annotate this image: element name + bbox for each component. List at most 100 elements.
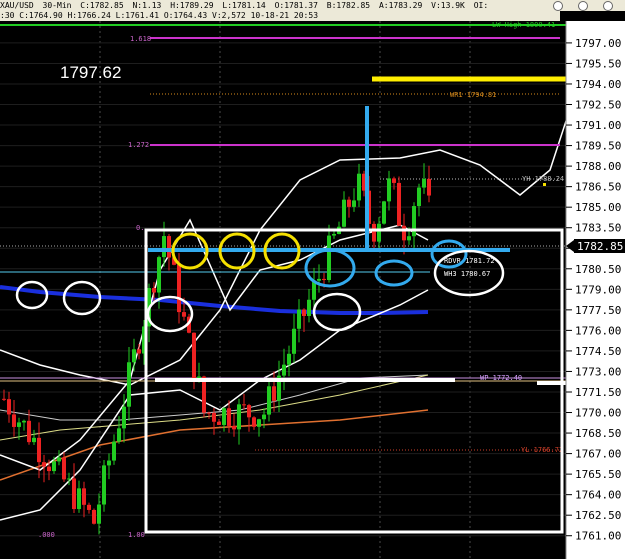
level-label-wh3: WH3 1780.67 bbox=[444, 270, 490, 278]
level-label-wp: WP 1772.40 bbox=[480, 374, 522, 382]
candle-down bbox=[242, 404, 246, 406]
candle-down bbox=[177, 264, 181, 313]
drawn-price-label: 1797.62 bbox=[60, 63, 121, 82]
candle-down bbox=[72, 478, 76, 510]
candle-up bbox=[262, 414, 266, 420]
bollinger-lower bbox=[0, 289, 429, 521]
candle-up bbox=[327, 235, 331, 281]
candle-up bbox=[257, 419, 261, 427]
candle-up bbox=[407, 236, 411, 241]
candle-up bbox=[292, 328, 296, 354]
candle-down bbox=[247, 405, 251, 418]
price-tick-label: 1785.00 bbox=[575, 201, 621, 214]
fib-label-000: .000 bbox=[38, 531, 55, 539]
candle-down bbox=[7, 399, 11, 415]
candle-up bbox=[317, 278, 321, 281]
fib-label-zero: 0. bbox=[136, 224, 144, 232]
current-price-value: 1782.85 bbox=[577, 240, 623, 253]
candle-up bbox=[282, 364, 286, 376]
candle-down bbox=[322, 278, 326, 281]
blue-circle bbox=[374, 259, 414, 287]
candle-up bbox=[67, 478, 71, 480]
price-tick-label: 1779.00 bbox=[575, 283, 621, 296]
candle-up bbox=[122, 406, 126, 429]
candle-up bbox=[32, 437, 36, 443]
candle-up bbox=[237, 404, 241, 430]
candle-down bbox=[392, 178, 396, 183]
candle-down bbox=[372, 223, 376, 242]
price-tick-label: 1789.50 bbox=[575, 140, 621, 153]
price-chart[interactable]: LW High 1800.41 1.618 WR1 1794.81 1.272 YH 1… bbox=[0, 0, 625, 559]
candle-down bbox=[47, 466, 51, 472]
price-tick-label: 1767.00 bbox=[575, 448, 621, 461]
price-tick-label: 1768.50 bbox=[575, 427, 621, 440]
candle-up bbox=[97, 504, 101, 524]
candle-down bbox=[272, 386, 276, 401]
candle-up bbox=[297, 309, 301, 329]
candle-up bbox=[52, 461, 56, 472]
candle-down bbox=[192, 332, 196, 381]
candle-up bbox=[287, 353, 291, 365]
candle-down bbox=[87, 504, 91, 510]
candle-up bbox=[222, 408, 226, 425]
level-label-rdvr: RDVR 1781.72 bbox=[444, 257, 495, 265]
candle-down bbox=[152, 288, 156, 293]
candle-up bbox=[132, 349, 136, 363]
candle-up bbox=[387, 178, 391, 202]
candle-up bbox=[22, 420, 26, 423]
level-label-yl: YL 1766.72 bbox=[521, 446, 563, 454]
fib-label-100: 1.00 bbox=[128, 531, 145, 539]
candle-up bbox=[417, 187, 421, 207]
price-tick-label: 1770.00 bbox=[575, 407, 621, 420]
candle-up bbox=[107, 460, 111, 466]
candle-up bbox=[17, 422, 21, 427]
candle-up bbox=[77, 488, 81, 510]
candle-down bbox=[302, 309, 306, 317]
candle-down bbox=[42, 462, 46, 467]
white-circle bbox=[15, 280, 49, 310]
candle-up bbox=[162, 236, 166, 258]
candle-down bbox=[207, 412, 211, 414]
fib-label-1272: 1.272 bbox=[128, 141, 149, 149]
price-tick-label: 1795.50 bbox=[575, 57, 621, 70]
price-tick-label: 1771.50 bbox=[575, 386, 621, 399]
candle-down bbox=[427, 178, 431, 196]
price-tick-label: 1780.50 bbox=[575, 263, 621, 276]
price-tick-label: 1777.50 bbox=[575, 304, 621, 317]
chart-grid bbox=[0, 21, 566, 559]
moving-averages bbox=[0, 114, 569, 521]
candle-down bbox=[12, 414, 16, 427]
candle-down bbox=[397, 182, 401, 226]
candle-down bbox=[217, 421, 221, 425]
candle-up bbox=[157, 257, 161, 293]
candle-down bbox=[82, 488, 86, 505]
candle-down bbox=[402, 225, 406, 241]
price-tick-label: 1783.50 bbox=[575, 222, 621, 235]
price-tick-label: 1786.50 bbox=[575, 181, 621, 194]
candle-down bbox=[137, 349, 141, 354]
price-tick-label: 1788.00 bbox=[575, 160, 621, 173]
candle-down bbox=[252, 417, 256, 427]
candle-up bbox=[342, 199, 346, 227]
candle-up bbox=[127, 362, 131, 407]
level-label-yh: YH 1788.24 bbox=[522, 175, 564, 183]
yellow-dot-marker bbox=[543, 183, 546, 186]
level-label-wr1: WR1 1794.81 bbox=[450, 91, 496, 99]
candle-down bbox=[92, 509, 96, 524]
candle-up bbox=[102, 465, 106, 505]
candle-up bbox=[357, 173, 361, 201]
candle-up bbox=[412, 206, 416, 237]
candle-down bbox=[2, 398, 6, 400]
candle-up bbox=[352, 200, 356, 207]
candle-down bbox=[232, 425, 236, 430]
candle-down bbox=[62, 457, 66, 480]
candle-down bbox=[227, 408, 231, 426]
price-tick-label: 1761.00 bbox=[575, 530, 621, 543]
candle-down bbox=[182, 312, 186, 317]
price-tick-label: 1764.00 bbox=[575, 489, 621, 502]
candle-up bbox=[307, 299, 311, 317]
candle-up bbox=[382, 201, 386, 224]
candle-down bbox=[167, 236, 171, 258]
candle-up bbox=[117, 428, 121, 442]
price-tick-label: 1774.50 bbox=[575, 345, 621, 358]
